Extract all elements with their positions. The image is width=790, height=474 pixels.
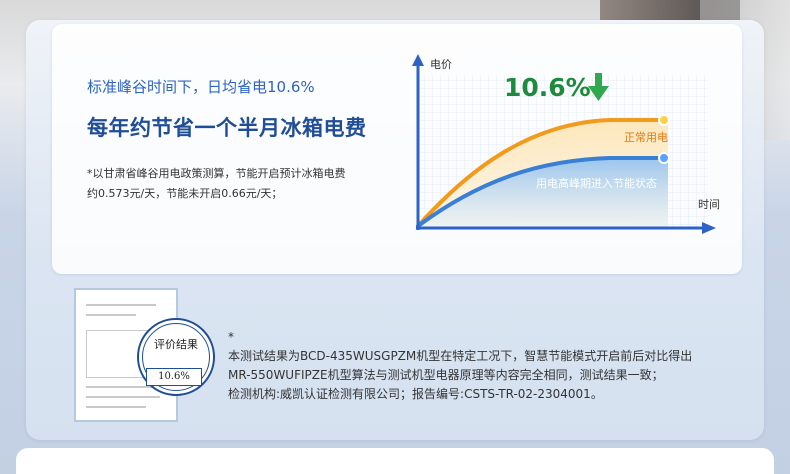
x-axis-label: 时间 (698, 198, 720, 211)
test-disclaimer: * 本测试结果为BCD-435WUSGPZM机型在特定工况下，智慧节能模式开启前… (228, 328, 748, 404)
calculation-note: *以甘肃省峰谷用电政策测算，节能开启预计冰箱电费 约0.573元/天，节能未开启… (87, 164, 387, 204)
disclaimer-line3: 检测机构:威凯认证检测有限公司；报告编号:CSTS-TR-02-2304001。 (228, 387, 603, 401)
series-end-saving (658, 152, 670, 164)
disclaimer-line2: MR-550WUFIPZE机型算法与测试机型电器原理等内容完全相同，测试结果一致… (228, 368, 664, 382)
disclaimer-asterisk: * (228, 330, 234, 344)
savings-headline: 标准峰谷时间下，日均省电10.6% (87, 78, 315, 96)
series-label-saving: 用电高峰期进入节能状态 (536, 176, 657, 190)
calculation-note-line2: 约0.573元/天，节能未开启0.66元/天； (87, 187, 283, 200)
next-section-edge (16, 448, 774, 474)
x-axis-arrow (702, 222, 716, 234)
disclaimer-line1: 本测试结果为BCD-435WUSGPZM机型在特定工况下，智慧节能模式开启前后对… (228, 349, 693, 363)
y-axis-arrow (412, 54, 424, 66)
y-axis-label: 电价 (430, 58, 452, 71)
seal-value: 10.6% (146, 368, 202, 386)
series-end-normal (658, 114, 670, 126)
power-price-chart: 电价 时间 10.6% 正常用电 用电高峰期进入节能状态 (412, 54, 720, 234)
savings-subheadline: 每年约节省一个半月冰箱电费 (87, 116, 367, 140)
seal-title: 评价结果 (154, 338, 198, 351)
savings-percent-badge: 10.6% (504, 73, 591, 102)
calculation-note-line1: *以甘肃省峰谷用电政策测算，节能开启预计冰箱电费 (87, 167, 346, 180)
series-label-normal: 正常用电 (624, 131, 668, 144)
